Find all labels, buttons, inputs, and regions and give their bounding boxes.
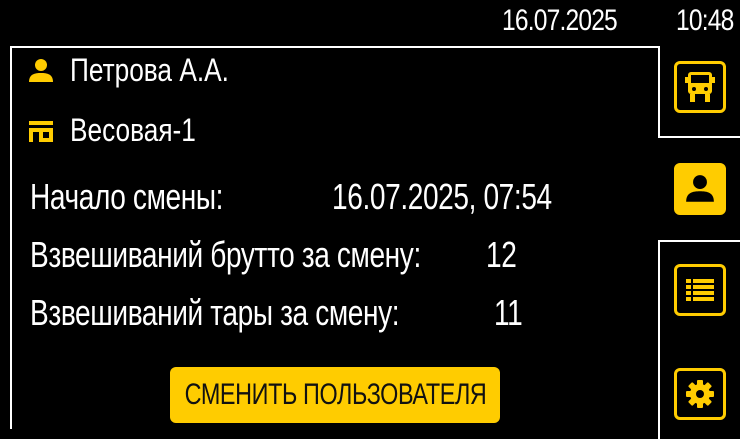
current-time: 10:48 — [676, 4, 734, 37]
change-user-button[interactable]: СМЕНИТЬ ПОЛЬЗОВАТЕЛЯ — [170, 367, 500, 423]
shift-start-value: 16.07.2025, 07:54 — [332, 176, 552, 217]
nav-truck-button[interactable] — [674, 61, 726, 113]
nav-settings-button[interactable] — [674, 368, 726, 420]
sidebar-divider — [658, 46, 660, 138]
sidebar-divider — [658, 136, 740, 138]
sidebar-divider — [658, 240, 660, 439]
person-icon — [686, 175, 714, 202]
shift-start-label: Начало смены: — [30, 176, 224, 217]
tare-weighings-value: 11 — [494, 292, 523, 333]
nav-list-button[interactable] — [674, 264, 726, 316]
truck-icon — [685, 72, 715, 102]
sidebar-nav — [658, 46, 740, 439]
gross-weighings-label: Взвешиваний брутто за смену: — [30, 234, 421, 275]
top-bar: 16.07.2025 10:48 — [0, 0, 740, 46]
tare-weighings-label: Взвешиваний тары за смену: — [30, 292, 400, 333]
gross-weighings-value: 12 — [486, 234, 517, 275]
gear-icon — [686, 380, 714, 408]
location-name: Весовая-1 — [70, 112, 196, 148]
change-user-label: СМЕНИТЬ ПОЛЬЗОВАТЕЛЯ — [184, 378, 486, 411]
user-name: Петрова А.А. — [70, 52, 229, 88]
list-icon — [686, 279, 714, 301]
store-icon — [29, 121, 53, 142]
current-date: 16.07.2025 — [502, 4, 618, 37]
sidebar-divider — [658, 240, 740, 242]
nav-user-button[interactable] — [674, 163, 726, 215]
person-icon — [29, 59, 53, 82]
